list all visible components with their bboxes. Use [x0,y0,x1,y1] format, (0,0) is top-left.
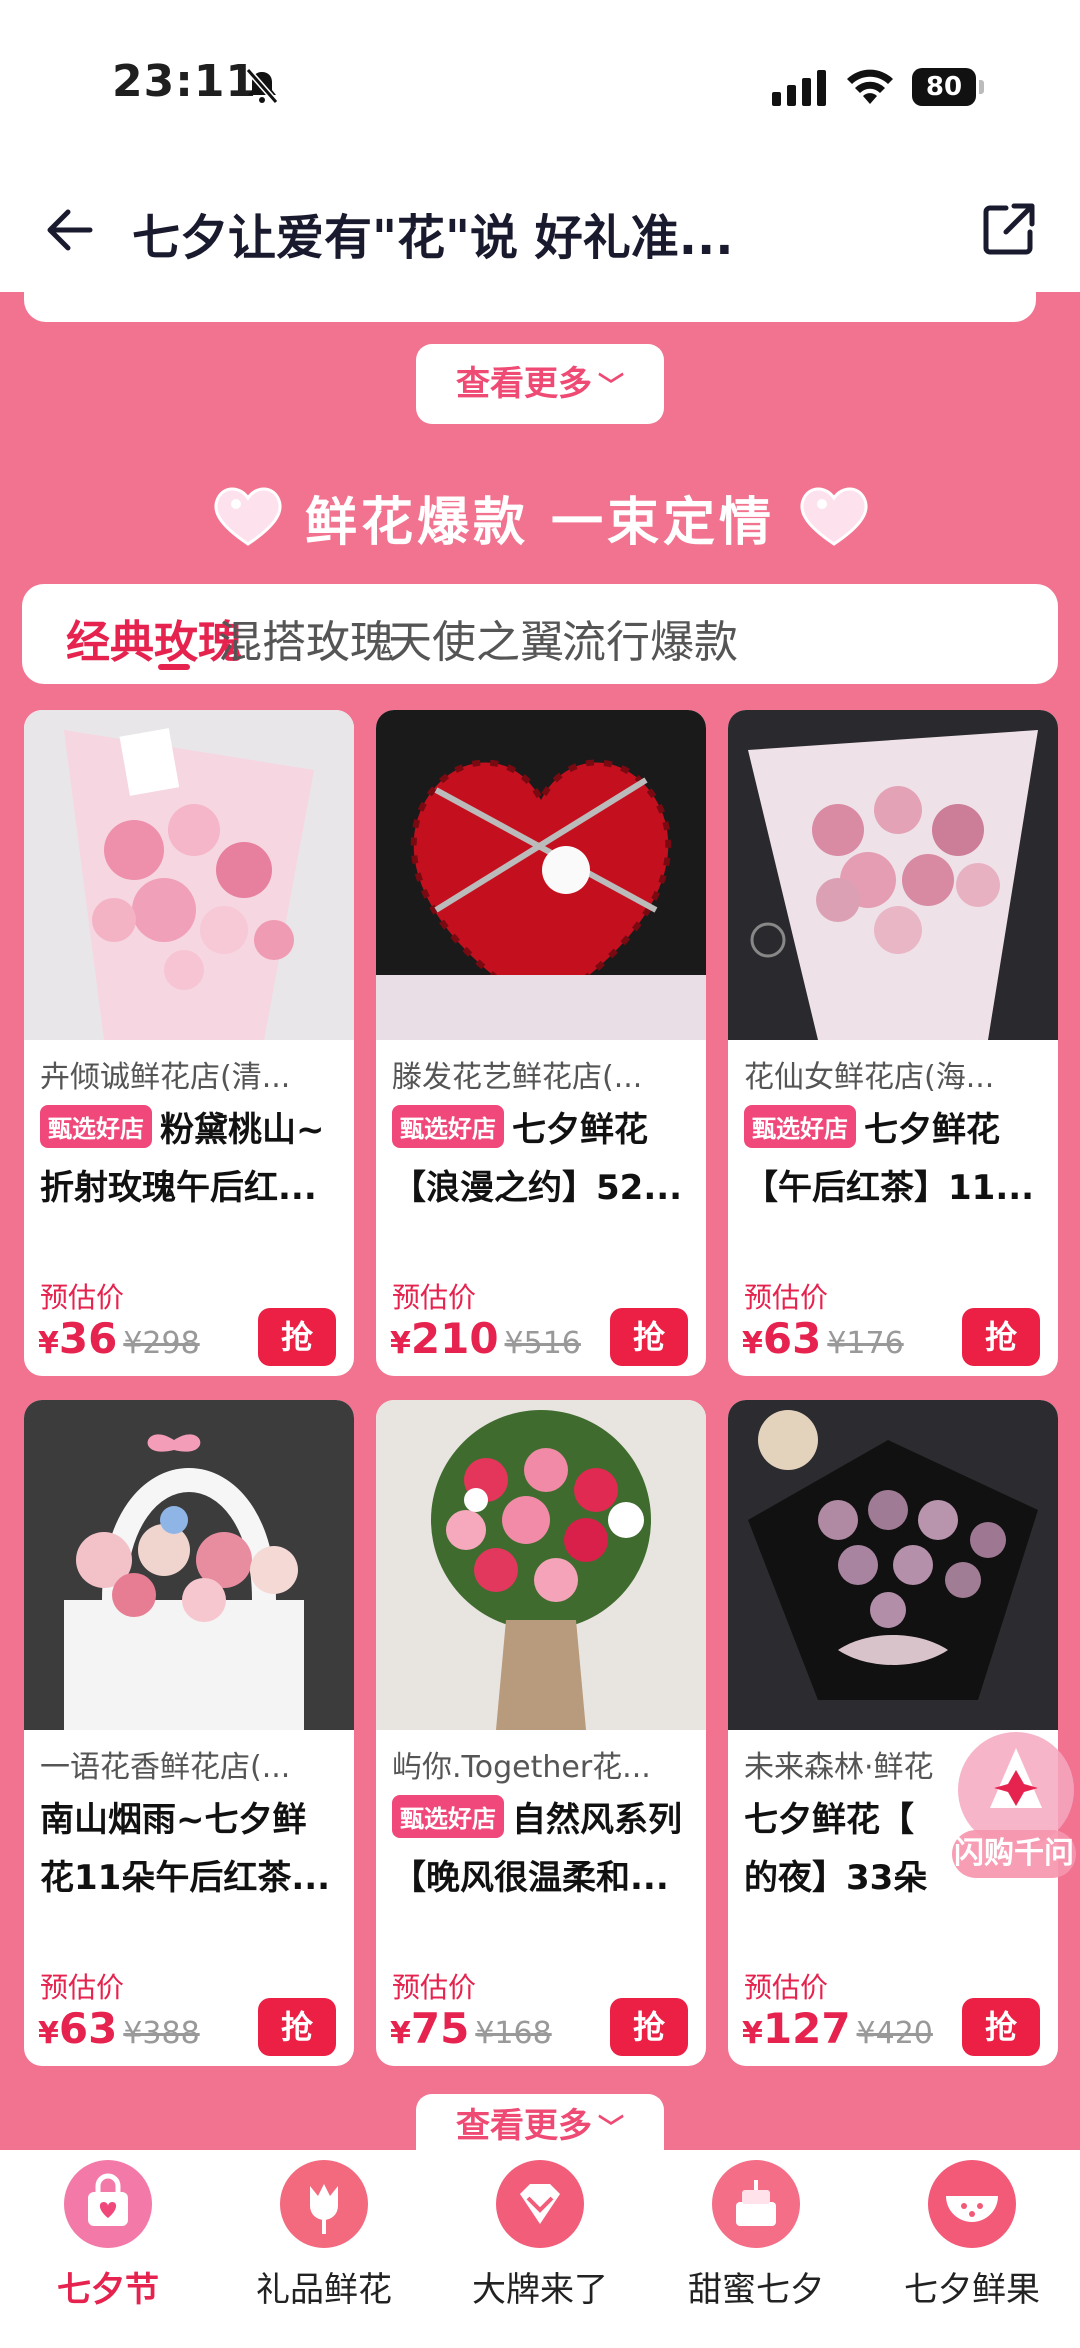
bottom-nav-qixi[interactable]: 七夕节 [0,2150,216,2348]
battery-icon: 80 [912,68,984,106]
page-title: 七夕让爱有"花"说 好礼准... [132,210,734,266]
section-title: 鲜花爆款 一束定情 [304,493,776,553]
assistant-label[interactable]: 闪购千问 [952,1830,1076,1878]
bottom-nav: 七夕节 礼品鲜花 大牌来了 甜蜜七夕 七夕鲜果 [0,2150,1080,2348]
share-icon[interactable] [978,198,1040,260]
chevron-down-icon: ﹀ [597,372,624,402]
selected-shop-badge: 甄选好店 [744,1105,856,1148]
product-image[interactable] [376,1400,706,1730]
estimated-price-label: 预估价 [744,1281,829,1314]
signal-icon [772,70,826,106]
estimated-price-label: 预估价 [40,1281,125,1314]
product-title-line1: 甄选好店 粉黛桃山~ [40,1102,325,1151]
product-title-line2: 花11朵午后红茶... [40,1858,331,1898]
product-card[interactable]: 卉倾诚鲜花店(清... 甄选好店 粉黛桃山~ 折射玫瑰午后红... 预估价 ¥36… [24,710,354,1376]
original-price: ¥516 [504,1326,581,1361]
product-title-line2: 的夜】33朵 [744,1858,928,1898]
bottom-nav-label: 七夕节 [57,2270,159,2310]
grab-button[interactable]: 抢 [610,1998,688,2056]
heart-decoration-icon [800,487,868,546]
product-image[interactable] [24,1400,354,1730]
original-price: ¥420 [856,2016,933,2051]
product-card[interactable]: 一语花香鲜花店(... 南山烟雨~七夕鲜 花11朵午后红茶... 预估价 ¥63… [24,1400,354,2066]
price: ¥63 ¥388 [38,2004,200,2053]
bottom-nav-brands[interactable]: 大牌来了 [432,2150,648,2348]
active-tab-indicator [158,664,190,670]
tab-angel-wings[interactable]: 天使之翼 [388,606,564,670]
grab-button[interactable]: 抢 [258,1998,336,2056]
battery-level: 80 [912,68,976,106]
gift-bag-icon [64,2160,152,2248]
product-title-line1: 甄选好店 自然风系列 [392,1792,682,1841]
selected-shop-badge: 甄选好店 [40,1105,152,1148]
see-more-label: 查看更多 [455,364,592,404]
tab-mixed-rose[interactable]: 混搭玫瑰 [218,606,394,670]
product-image[interactable] [728,710,1058,1040]
grab-button[interactable]: 抢 [962,1998,1040,2056]
shop-name: 滕发花艺鲜花店(... [392,1060,643,1095]
previous-section-card [24,282,1036,322]
bottom-nav-qixi-fruit[interactable]: 七夕鲜果 [864,2150,1080,2348]
price: ¥36 ¥298 [38,1314,200,1363]
product-title-line1: 七夕鲜花【 [744,1800,914,1840]
product-title-line1: 南山烟雨~七夕鲜 [40,1800,307,1840]
bottom-nav-label: 大牌来了 [472,2270,608,2310]
product-image[interactable] [728,1400,1058,1730]
product-card[interactable]: 滕发花艺鲜花店(... 甄选好店 七夕鲜花 【浪漫之约】52... 预估价 ¥21… [376,710,706,1376]
selected-shop-badge: 甄选好店 [392,1105,504,1148]
category-tabs: 经典玫瑰 混搭玫瑰 天使之翼 流行爆款 [22,584,1058,684]
selected-shop-badge: 甄选好店 [392,1795,504,1838]
product-card[interactable]: 花仙女鲜花店(海... 甄选好店 七夕鲜花 【午后红茶】11... 预估价 ¥63… [728,710,1058,1376]
bottom-nav-sweet-qixi[interactable]: 甜蜜七夕 [648,2150,864,2348]
price: ¥75 ¥168 [390,2004,552,2053]
price: ¥210 ¥516 [390,1314,581,1363]
status-time: 23:11 [112,56,258,107]
original-price: ¥168 [475,2016,552,2051]
status-bar: 23:11 80 [0,0,1080,170]
nav-bar: 七夕让爱有"花"说 好礼准... [0,170,1080,292]
estimated-price-label: 预估价 [392,1281,477,1314]
estimated-price-label: 预估价 [40,1971,125,2004]
bottom-nav-label: 甜蜜七夕 [688,2270,824,2310]
product-title-line2: 【午后红茶】11... [744,1168,1035,1208]
bottom-nav-gift-flowers[interactable]: 礼品鲜花 [216,2150,432,2348]
grab-button[interactable]: 抢 [258,1308,336,1366]
product-title-line1: 甄选好店 七夕鲜花 [744,1102,1000,1151]
cake-icon [712,2160,800,2248]
mute-bell-icon [245,68,279,104]
product-image[interactable] [376,710,706,1040]
diamond-icon [496,2160,584,2248]
tulip-icon [280,2160,368,2248]
shop-name: 卉倾诚鲜花店(清... [40,1060,291,1095]
wifi-icon [847,69,893,104]
product-card[interactable]: 屿你.Together花... 甄选好店 自然风系列 【晚风很温柔和... 预估价… [376,1400,706,2066]
tab-classic-rose[interactable]: 经典玫瑰 [66,606,242,670]
estimated-price-label: 预估价 [744,1971,829,2004]
original-price: ¥298 [123,1326,200,1361]
product-title-line2: 【浪漫之约】52... [392,1168,683,1208]
tab-popular[interactable]: 流行爆款 [562,606,738,670]
shop-name: 屿你.Together花... [392,1750,651,1785]
see-more-button[interactable]: 查看更多 ﹀ [416,344,664,424]
original-price: ¥176 [827,1326,904,1361]
product-title-line1: 甄选好店 七夕鲜花 [392,1102,648,1151]
grab-button[interactable]: 抢 [610,1308,688,1366]
shop-name: 一语花香鲜花店(... [40,1750,291,1785]
shop-name: 花仙女鲜花店(海... [744,1060,995,1095]
bottom-nav-label: 七夕鲜果 [904,2270,1040,2310]
grab-button[interactable]: 抢 [962,1308,1040,1366]
bottom-nav-label: 礼品鲜花 [256,2270,392,2310]
back-arrow-icon[interactable] [38,200,98,260]
product-title-line2: 【晚风很温柔和... [392,1858,669,1898]
product-image[interactable] [24,710,354,1040]
price: ¥63 ¥176 [742,1314,904,1363]
watermelon-icon [928,2160,1016,2248]
see-more-button-bottom[interactable]: 查看更多 ﹀ [416,2094,664,2154]
product-title-line2: 折射玫瑰午后红... [40,1168,317,1208]
original-price: ¥388 [123,2016,200,2051]
estimated-price-label: 预估价 [392,1971,477,2004]
price: ¥127 ¥420 [742,2004,933,2053]
